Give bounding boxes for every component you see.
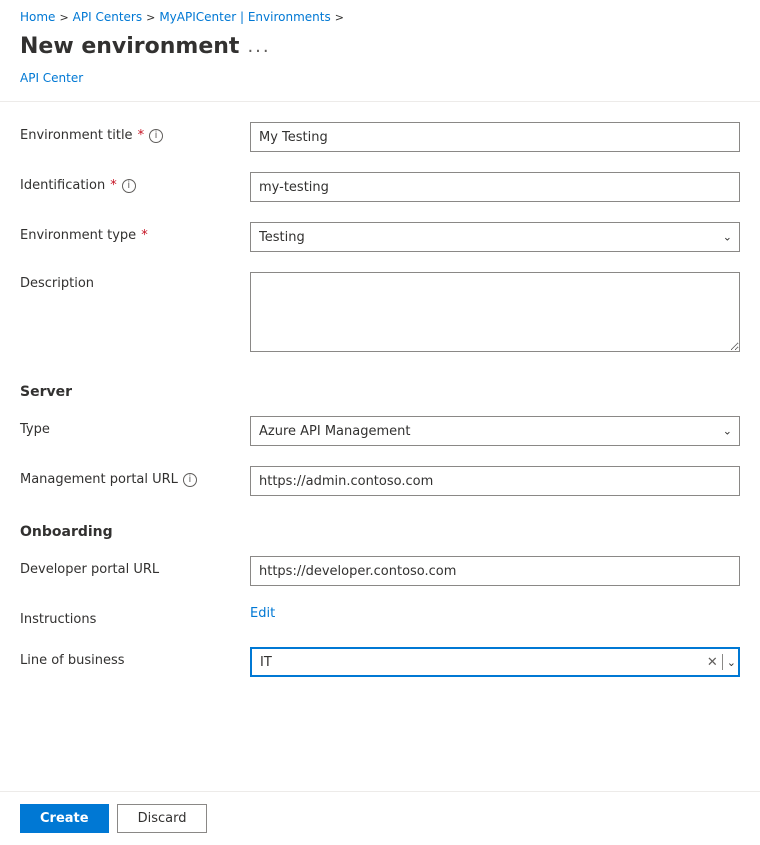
lob-row: Line of business ✕ ⌄ bbox=[20, 647, 740, 677]
more-options-icon[interactable]: ... bbox=[247, 36, 270, 57]
environment-type-row: Environment type * Development Testing S… bbox=[20, 222, 740, 252]
identification-input[interactable] bbox=[250, 172, 740, 202]
environment-title-control bbox=[250, 122, 740, 152]
environment-type-control: Development Testing Staging Production ⌄ bbox=[250, 222, 740, 252]
management-url-label: Management portal URL i bbox=[20, 466, 250, 487]
server-type-select[interactable]: Azure API Management AWS API Gateway Oth… bbox=[250, 416, 740, 446]
management-url-info-icon[interactable]: i bbox=[183, 473, 197, 487]
required-marker: * bbox=[138, 128, 145, 143]
description-input[interactable] bbox=[250, 272, 740, 352]
server-section-title: Server bbox=[20, 376, 740, 416]
lob-wrapper: ✕ ⌄ bbox=[250, 647, 740, 677]
developer-portal-url-label: Developer portal URL bbox=[20, 556, 250, 577]
developer-portal-url-input[interactable] bbox=[250, 556, 740, 586]
lob-input[interactable] bbox=[250, 647, 740, 677]
management-url-row: Management portal URL i bbox=[20, 466, 740, 496]
identification-label: Identification * i bbox=[20, 172, 250, 193]
environment-type-select[interactable]: Development Testing Staging Production bbox=[250, 222, 740, 252]
breadcrumb-sep-1: > bbox=[59, 11, 68, 24]
required-marker-3: * bbox=[141, 228, 148, 243]
server-type-row: Type Azure API Management AWS API Gatewa… bbox=[20, 416, 740, 446]
bottom-bar: Create Discard bbox=[0, 791, 760, 845]
instructions-control: Edit bbox=[250, 606, 740, 621]
page-title: New environment bbox=[20, 34, 239, 59]
breadcrumb-sep-2: > bbox=[146, 11, 155, 24]
developer-portal-url-control bbox=[250, 556, 740, 586]
environment-title-label: Environment title * i bbox=[20, 122, 250, 143]
server-type-label: Type bbox=[20, 416, 250, 437]
description-row: Description bbox=[20, 272, 740, 356]
identification-row: Identification * i bbox=[20, 172, 740, 202]
environment-title-row: Environment title * i bbox=[20, 122, 740, 152]
breadcrumb-sep-3: > bbox=[335, 11, 344, 24]
instructions-row: Instructions Edit bbox=[20, 606, 740, 627]
environment-type-label: Environment type * bbox=[20, 222, 250, 243]
create-button[interactable]: Create bbox=[20, 804, 109, 833]
breadcrumb-home[interactable]: Home bbox=[20, 10, 55, 24]
description-label: Description bbox=[20, 272, 250, 291]
page-header: New environment ... bbox=[0, 30, 760, 71]
onboarding-section-title: Onboarding bbox=[20, 516, 740, 556]
form-container: Environment title * i Identification * i… bbox=[0, 102, 760, 717]
lob-chevron-icon[interactable]: ⌄ bbox=[727, 656, 736, 669]
lob-control: ✕ ⌄ bbox=[250, 647, 740, 677]
instructions-label: Instructions bbox=[20, 606, 250, 627]
developer-portal-url-row: Developer portal URL bbox=[20, 556, 740, 586]
page-subtitle: API Center bbox=[0, 71, 760, 101]
breadcrumb: Home > API Centers > MyAPICenter | Envir… bbox=[0, 0, 760, 30]
server-type-control: Azure API Management AWS API Gateway Oth… bbox=[250, 416, 740, 446]
discard-button[interactable]: Discard bbox=[117, 804, 208, 833]
environment-title-input[interactable] bbox=[250, 122, 740, 152]
lob-label: Line of business bbox=[20, 647, 250, 668]
lob-divider bbox=[722, 654, 723, 670]
identification-control bbox=[250, 172, 740, 202]
instructions-edit-link[interactable]: Edit bbox=[250, 606, 275, 621]
management-url-input[interactable] bbox=[250, 466, 740, 496]
server-type-select-wrapper: Azure API Management AWS API Gateway Oth… bbox=[250, 416, 740, 446]
required-marker-2: * bbox=[110, 178, 117, 193]
lob-clear-icon[interactable]: ✕ bbox=[707, 656, 718, 669]
breadcrumb-environments[interactable]: MyAPICenter | Environments bbox=[159, 10, 330, 24]
breadcrumb-api-centers[interactable]: API Centers bbox=[73, 10, 142, 24]
lob-icons: ✕ ⌄ bbox=[707, 654, 736, 670]
identification-info-icon[interactable]: i bbox=[122, 179, 136, 193]
environment-title-info-icon[interactable]: i bbox=[149, 129, 163, 143]
description-control bbox=[250, 272, 740, 356]
management-url-control bbox=[250, 466, 740, 496]
environment-type-select-wrapper: Development Testing Staging Production ⌄ bbox=[250, 222, 740, 252]
